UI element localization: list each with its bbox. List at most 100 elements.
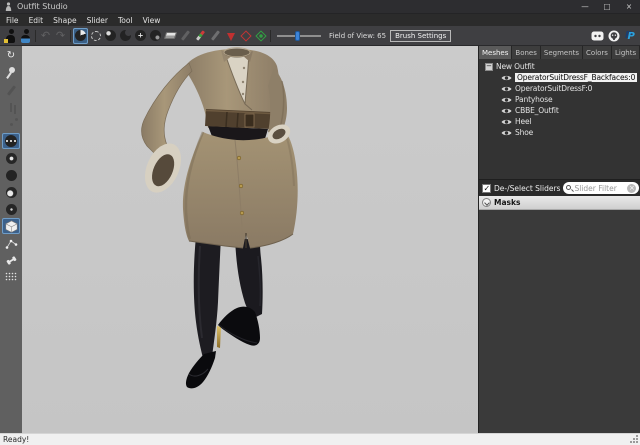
toolbar-separator: [270, 30, 271, 42]
mask-brush-icon[interactable]: [73, 28, 88, 44]
bones-icon[interactable]: [2, 252, 20, 268]
mesh-item[interactable]: Heel: [479, 116, 640, 127]
discord-icon[interactable]: [590, 29, 605, 43]
collapse-icon[interactable]: [485, 63, 493, 71]
eye-icon[interactable]: [501, 129, 512, 137]
resize-grip[interactable]: [629, 434, 638, 443]
viewport-3d[interactable]: [22, 46, 478, 433]
main-toolbar: ↶↷+ Field of View: 65 Brush Settings PP: [0, 26, 640, 46]
wireframe-cube-icon[interactable]: [2, 218, 20, 234]
model-canvas: [22, 46, 478, 433]
load-project-icon[interactable]: [3, 28, 18, 44]
brush-size-icon[interactable]: [2, 150, 20, 166]
recenter-camera-icon[interactable]: ↻: [2, 48, 20, 64]
mesh-item[interactable]: OperatorSuitDressF_Backfaces:0: [479, 72, 640, 83]
tab-colors[interactable]: Colors: [583, 46, 612, 59]
alpha-brush-icon[interactable]: [208, 28, 223, 44]
right-panel: MeshesBonesSegmentsColorsLights New Outf…: [478, 46, 640, 433]
seam-icon[interactable]: [2, 116, 20, 132]
paypal-icon[interactable]: PP: [622, 29, 637, 43]
title-bar[interactable]: Outfit Studio — □ ×: [0, 0, 640, 14]
smooth-brush-icon[interactable]: [148, 28, 163, 44]
tree-root-row[interactable]: New Outfit: [479, 61, 640, 72]
slider-controls: De-/Select Sliders: [479, 179, 640, 196]
vertex-slide-icon[interactable]: [2, 99, 20, 115]
brush-settings-button[interactable]: Brush Settings: [390, 30, 451, 42]
eye-icon[interactable]: [501, 74, 512, 82]
minimize-button[interactable]: —: [574, 0, 596, 13]
inflate-brush-icon[interactable]: [103, 28, 118, 44]
move-brush-icon[interactable]: +: [133, 28, 148, 44]
tab-segments[interactable]: Segments: [541, 46, 583, 59]
status-bar: Ready!: [0, 433, 640, 445]
brush-focus-icon[interactable]: [2, 184, 20, 200]
slider-filter-input[interactable]: [574, 184, 625, 193]
weight-brush-icon[interactable]: [178, 28, 193, 44]
panel-tabs: MeshesBonesSegmentsColorsLights: [479, 46, 640, 59]
pin-icon[interactable]: [2, 65, 20, 81]
tree-root-label: New Outfit: [496, 62, 535, 71]
main-area: ↻: [0, 46, 640, 433]
eye-icon[interactable]: [501, 118, 512, 126]
clear-search-icon[interactable]: [627, 184, 636, 193]
menu-shape[interactable]: Shape: [48, 16, 82, 25]
menu-edit[interactable]: Edit: [24, 16, 49, 25]
menu-view[interactable]: View: [138, 16, 166, 25]
color-brush-icon[interactable]: [193, 28, 208, 44]
chevron-down-icon[interactable]: [482, 198, 491, 207]
maximize-button[interactable]: □: [596, 0, 618, 13]
model-skirt: [183, 131, 298, 248]
window-controls: — □ ×: [574, 0, 640, 13]
mesh-item-label: Pantyhose: [515, 95, 552, 104]
eye-icon[interactable]: [501, 96, 512, 104]
vertices-icon[interactable]: [2, 235, 20, 251]
brush-strength-icon[interactable]: [2, 167, 20, 183]
mesh-item[interactable]: CBBE_Outfit: [479, 105, 640, 116]
menu-bar: FileEditShapeSliderToolView: [0, 14, 640, 26]
split-edge-icon[interactable]: [253, 28, 268, 44]
mesh-item[interactable]: Shoe: [479, 127, 640, 138]
mesh-item[interactable]: Pantyhose: [479, 94, 640, 105]
mesh-item-label: Shoe: [515, 128, 533, 137]
grid-icon[interactable]: [2, 269, 20, 285]
menu-slider[interactable]: Slider: [82, 16, 113, 25]
xmirror-icon[interactable]: [2, 133, 20, 149]
fov-slider-thumb[interactable]: [295, 31, 300, 41]
menu-tool[interactable]: Tool: [113, 16, 138, 25]
mesh-item[interactable]: OperatorSuitDressF:0: [479, 83, 640, 94]
masks-label: Masks: [494, 198, 520, 207]
mesh-item-label: Heel: [515, 117, 531, 126]
deflate-brush-icon[interactable]: [118, 28, 133, 44]
toolbar-separator: [70, 30, 71, 42]
select-brush-icon[interactable]: [88, 28, 103, 44]
close-button[interactable]: ×: [618, 0, 640, 13]
pencil-icon[interactable]: [2, 82, 20, 98]
load-reference-icon[interactable]: [18, 28, 33, 44]
undiff-brush-icon[interactable]: [163, 28, 178, 44]
github-icon[interactable]: [606, 29, 621, 43]
menu-file[interactable]: File: [1, 16, 24, 25]
slider-filter-searchbox[interactable]: [563, 182, 639, 194]
deselect-sliders-checkbox[interactable]: [482, 184, 491, 193]
model-neck-opening: [224, 49, 250, 58]
outfit-studio-window: Outfit Studio — □ × FileEditShapeSliderT…: [0, 0, 640, 445]
eye-icon[interactable]: [501, 85, 512, 93]
fov-slider[interactable]: [277, 30, 321, 42]
eye-icon[interactable]: [501, 107, 512, 115]
tab-lights[interactable]: Lights: [612, 46, 640, 59]
window-title: Outfit Studio: [17, 2, 68, 11]
masks-section-header[interactable]: Masks: [479, 196, 640, 210]
mesh-item-label: OperatorSuitDressF_Backfaces:0: [515, 73, 637, 82]
undo-icon[interactable]: ↶: [38, 28, 53, 44]
brush-spacing-icon[interactable]: [2, 201, 20, 217]
deselect-sliders-label: De-/Select Sliders: [494, 184, 560, 193]
tab-bones[interactable]: Bones: [512, 46, 540, 59]
status-text: Ready!: [3, 435, 29, 444]
collapse-vertex-icon[interactable]: [223, 28, 238, 44]
slider-list-area[interactable]: [479, 210, 640, 433]
mesh-item-label: OperatorSuitDressF:0: [515, 84, 592, 93]
mesh-item-label: CBBE_Outfit: [515, 106, 559, 115]
tab-meshes[interactable]: Meshes: [479, 46, 512, 59]
redo-icon[interactable]: ↷: [53, 28, 68, 44]
flip-edge-icon[interactable]: [238, 28, 253, 44]
